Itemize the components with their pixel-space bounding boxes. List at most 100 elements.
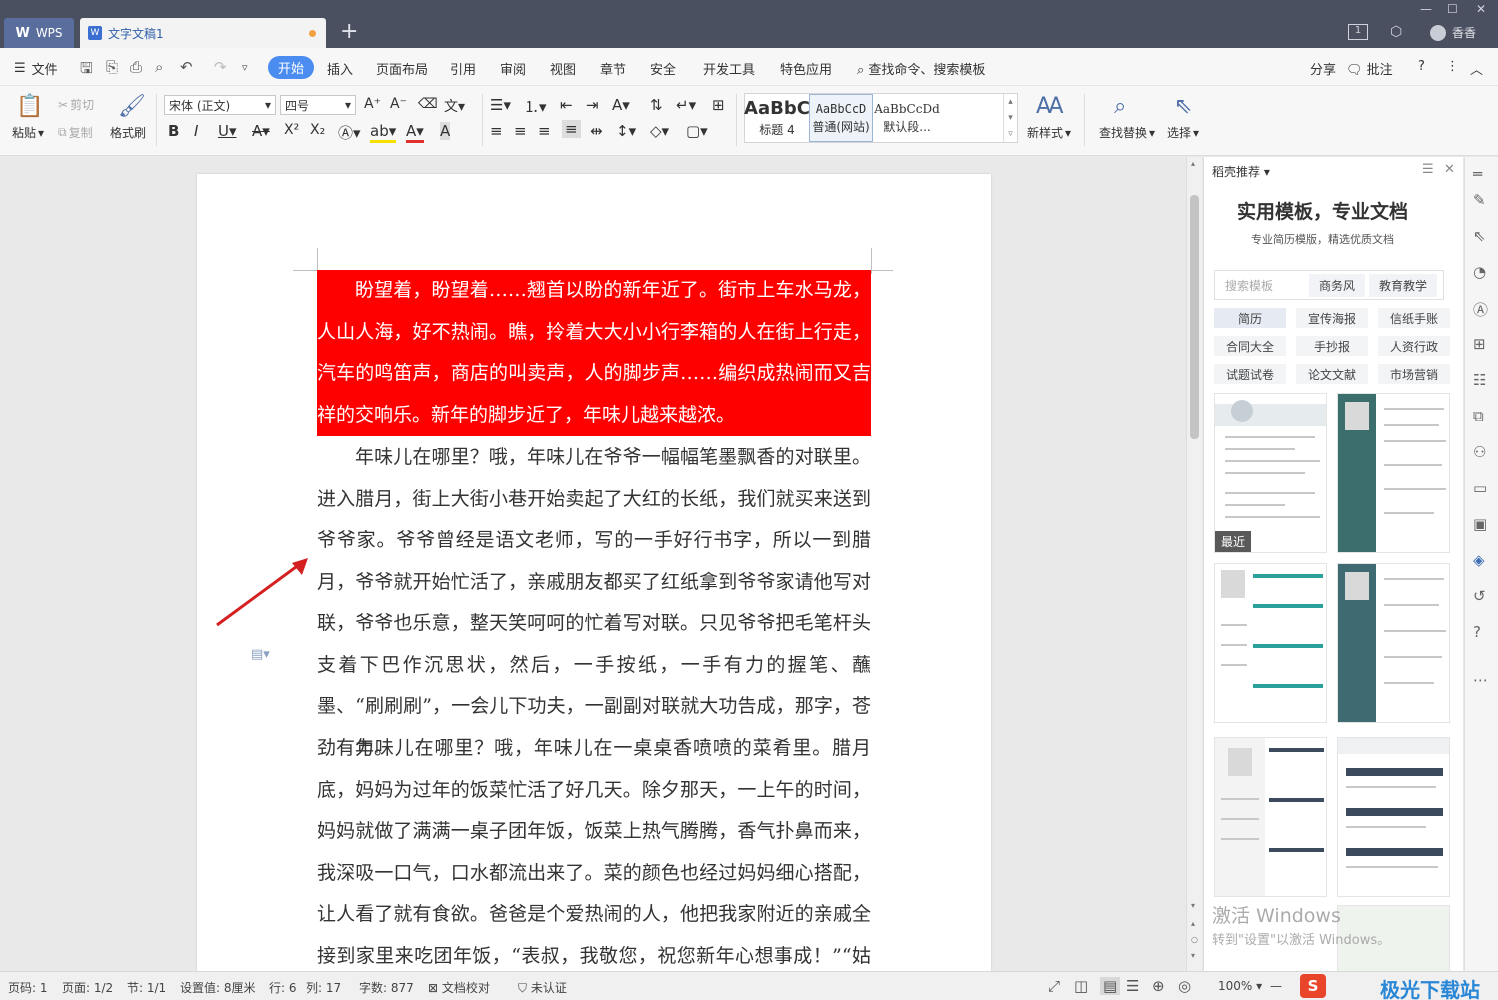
- cut-button[interactable]: ✂ 剪切: [58, 96, 94, 113]
- tab-special-apps[interactable]: 特色应用: [780, 59, 832, 78]
- strikethrough-icon[interactable]: A▾: [252, 122, 270, 140]
- paste-icon[interactable]: 📋: [16, 94, 43, 119]
- next-page-icon[interactable]: ▾: [1191, 951, 1195, 960]
- template-thumbnail[interactable]: [1337, 563, 1450, 723]
- bullet-list-icon[interactable]: ☰▾: [490, 96, 511, 114]
- template-thumbnail[interactable]: [1214, 563, 1327, 723]
- character-shading-icon[interactable]: A: [440, 122, 451, 140]
- tab-insert[interactable]: 插入: [327, 59, 353, 78]
- style-default-paragraph[interactable]: AaBbCcDd 默认段...: [873, 94, 941, 142]
- zoom-out-icon[interactable]: —: [1270, 979, 1282, 993]
- tab-review[interactable]: 审阅: [500, 59, 526, 78]
- file-menu[interactable]: ☰ 文件: [14, 59, 58, 78]
- redo-icon[interactable]: ↷: [214, 58, 227, 76]
- panel-menu-icon[interactable]: ☰: [1422, 162, 1434, 177]
- prev-page-icon[interactable]: ▴: [1191, 919, 1195, 928]
- new-tab-button[interactable]: +: [340, 18, 358, 46]
- body-paragraph[interactable]: 年味儿在哪里？哦，年味儿在爷爷一幅幅笔墨飘香的对联里。进入腊月，街上大街小巷开始…: [317, 437, 871, 769]
- tab-home[interactable]: 开始: [268, 56, 315, 79]
- help-icon[interactable]: ?: [1473, 623, 1481, 641]
- style-gallery-scroll[interactable]: ▴ ▾ ▿: [1003, 94, 1017, 142]
- export-pdf-icon[interactable]: ⎘: [106, 58, 118, 76]
- maximize-icon[interactable]: ☐: [1447, 2, 1458, 16]
- template-thumbnail[interactable]: [1337, 737, 1450, 897]
- save-icon[interactable]: 🖫: [80, 58, 93, 83]
- history-icon[interactable]: ↺: [1473, 587, 1486, 605]
- increase-indent-icon[interactable]: ⇥: [586, 96, 599, 114]
- proofread-button[interactable]: ⊠ 文档校对: [428, 979, 490, 996]
- share-icon[interactable]: ⚇: [1473, 443, 1486, 461]
- select-button[interactable]: 选择 ▾: [1167, 124, 1199, 141]
- image-library-icon[interactable]: ⧉: [1473, 407, 1484, 425]
- tab-developer[interactable]: 开发工具: [703, 59, 755, 78]
- status-setting[interactable]: 设置值: 8厘米: [180, 979, 256, 996]
- print-preview-icon[interactable]: ⌕: [155, 58, 163, 76]
- category-resume[interactable]: 简历: [1214, 308, 1286, 328]
- wps-home-tab[interactable]: W WPS: [4, 18, 74, 48]
- style-heading-4[interactable]: AaBbC 标题 4: [744, 94, 810, 142]
- scroll-down-icon[interactable]: ▾: [1191, 901, 1195, 910]
- document-tab[interactable]: W 文字文稿1: [80, 18, 326, 48]
- certification-status[interactable]: ⛉ 未认证: [518, 979, 567, 996]
- line-spacing-icon[interactable]: ↕▾: [616, 122, 636, 140]
- pointer-icon[interactable]: ⇖: [1473, 227, 1486, 245]
- paragraph-handle-icon[interactable]: ▤▾: [251, 647, 270, 662]
- style-icon[interactable]: Ⓐ: [1473, 299, 1488, 320]
- align-right-icon[interactable]: ≡: [538, 122, 551, 140]
- status-section[interactable]: 节: 1/1: [127, 979, 166, 996]
- read-mode-icon[interactable]: ◫: [1074, 977, 1088, 995]
- search-tag[interactable]: 教育教学: [1369, 273, 1438, 297]
- scroll-up-icon[interactable]: ▴: [1191, 159, 1195, 168]
- comment-button[interactable]: 🗨 批注: [1346, 59, 1393, 78]
- paste-button[interactable]: 粘贴 ▾: [12, 124, 44, 141]
- more-options-icon[interactable]: ⋮: [1446, 59, 1459, 74]
- tab-security[interactable]: 安全: [650, 59, 676, 78]
- tab-page-layout[interactable]: 页面布局: [376, 59, 428, 78]
- style-normal-web[interactable]: AaBbCcD 普通(网站): [809, 94, 873, 142]
- undo-icon[interactable]: ↶: [180, 58, 193, 76]
- phonetic-guide-icon[interactable]: 文▾: [444, 96, 465, 116]
- italic-icon[interactable]: I: [194, 122, 198, 140]
- adjust-icon[interactable]: ☷: [1473, 371, 1486, 389]
- template-search[interactable]: 搜索模板 商务风 教育教学: [1214, 270, 1444, 300]
- select-browse-icon[interactable]: ○: [1191, 935, 1198, 944]
- table-icon[interactable]: ⊞: [712, 96, 725, 114]
- window-layout-icon[interactable]: 1: [1348, 24, 1368, 40]
- scrollbar-thumb[interactable]: [1190, 195, 1199, 439]
- status-page-number[interactable]: 页码: 1: [8, 979, 48, 996]
- grow-font-icon[interactable]: A⁺: [364, 96, 381, 112]
- collapse-lines-icon[interactable]: ═: [1473, 165, 1482, 183]
- font-family-select[interactable]: 宋体 (正文) ▾: [164, 95, 276, 115]
- show-marks-icon[interactable]: ↵▾: [676, 96, 696, 114]
- shapes-icon[interactable]: ◔: [1473, 263, 1486, 281]
- more-icon[interactable]: ⋯: [1473, 671, 1488, 689]
- fullscreen-icon[interactable]: ⤢: [1048, 977, 1060, 995]
- box-icon[interactable]: ▭: [1473, 479, 1487, 497]
- copy-button[interactable]: ⧉ 复制: [58, 124, 93, 141]
- template-thumbnail[interactable]: [1214, 737, 1327, 897]
- new-style-icon[interactable]: Ꜳ: [1036, 94, 1064, 119]
- select-cursor-icon[interactable]: ⇖: [1174, 94, 1192, 119]
- category-marketing[interactable]: 市场营销: [1378, 364, 1450, 384]
- superscript-icon[interactable]: X²: [284, 122, 299, 138]
- status-pages[interactable]: 页面: 1/2: [62, 979, 113, 996]
- customize-toolbar-icon[interactable]: ▿: [242, 61, 248, 74]
- find-replace-button[interactable]: 查找替换 ▾: [1099, 124, 1155, 141]
- category-exam[interactable]: 试题试卷: [1214, 364, 1286, 384]
- text-effect-icon[interactable]: Ⓐ▾: [338, 122, 361, 143]
- format-painter-button[interactable]: 格式刷: [110, 124, 146, 141]
- underline-icon[interactable]: U▾: [218, 122, 237, 140]
- skin-icon[interactable]: ⬡: [1390, 24, 1402, 40]
- font-size-select[interactable]: 四号 ▾: [280, 95, 356, 115]
- close-icon[interactable]: ✕: [1444, 162, 1455, 177]
- close-window-icon[interactable]: ✕: [1476, 2, 1486, 16]
- outline-view-icon[interactable]: ☰: [1126, 977, 1139, 995]
- vertical-scrollbar[interactable]: ▴ ▾ ▴ ○ ▾: [1186, 157, 1202, 971]
- tab-references[interactable]: 引用: [450, 59, 476, 78]
- subscript-icon[interactable]: X₂: [310, 122, 325, 138]
- align-left-icon[interactable]: ≡: [490, 122, 503, 140]
- tab-chapter[interactable]: 章节: [600, 59, 626, 78]
- numbered-list-icon[interactable]: ⒈▾: [524, 96, 547, 117]
- find-icon[interactable]: ⌕: [1114, 94, 1126, 119]
- category-contract[interactable]: 合同大全: [1214, 336, 1286, 356]
